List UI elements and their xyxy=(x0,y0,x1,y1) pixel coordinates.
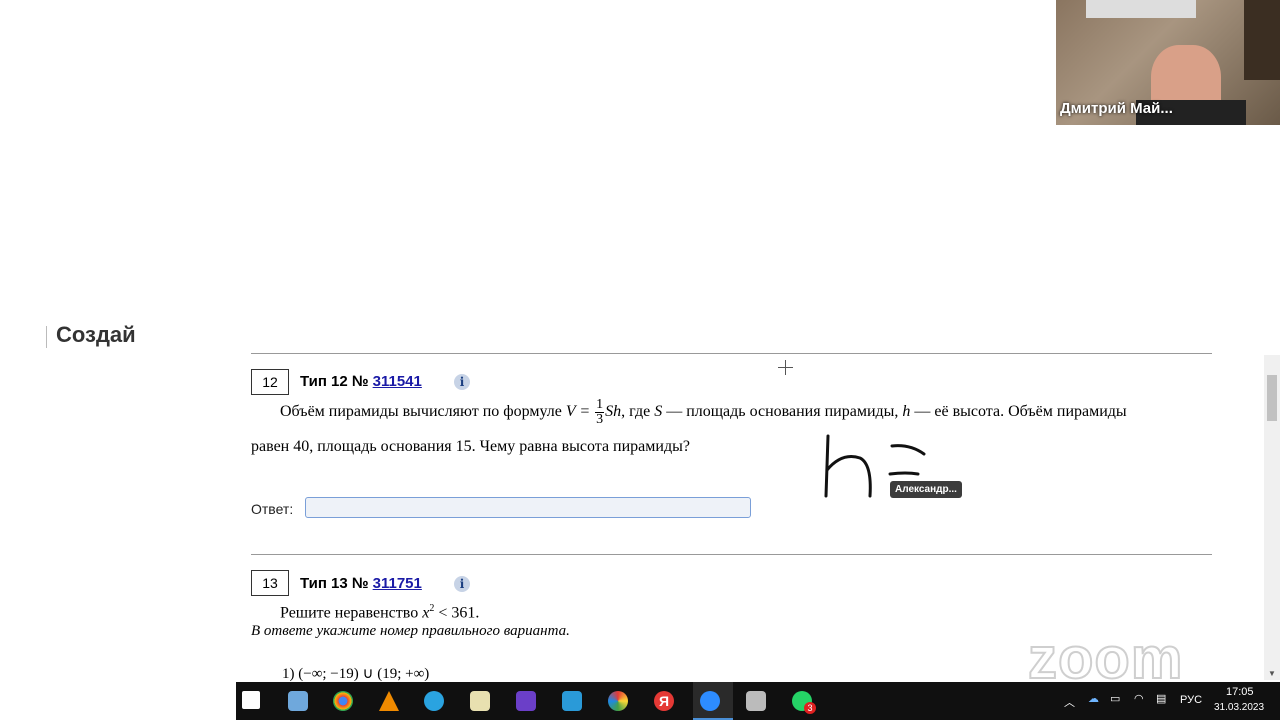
answer-note-13: В ответе укажите номер правильного вариа… xyxy=(251,623,570,639)
chat-icon[interactable]: ▤ xyxy=(1156,692,1166,705)
wall-picture xyxy=(1244,0,1280,80)
question-text-line1-12: Объём пирамиды вычисляют по формуле V = … xyxy=(280,397,1127,427)
annotator-tooltip: Александр... xyxy=(890,481,962,498)
info-icon[interactable]: i xyxy=(454,374,470,390)
divider-q13 xyxy=(251,554,1212,555)
yandex-icon[interactable]: Я xyxy=(654,691,674,711)
info-icon[interactable]: i xyxy=(454,576,470,592)
clock-time[interactable]: 17:05 xyxy=(1226,686,1254,698)
onedrive-icon[interactable]: ☁ xyxy=(1088,692,1099,705)
answer-label: Ответ: xyxy=(251,501,294,517)
camera-app-icon[interactable] xyxy=(562,691,582,711)
sidebar-heading: Создай xyxy=(56,322,136,347)
telegram-icon[interactable] xyxy=(424,691,444,711)
language-indicator[interactable]: РУС xyxy=(1180,694,1202,706)
participant-name: Дмитрий Май... xyxy=(1060,100,1173,117)
question-text-line2-12: равен 40, площадь основания 15. Чему рав… xyxy=(251,438,690,455)
explorer-icon[interactable] xyxy=(288,691,308,711)
crosshair-cursor-icon xyxy=(778,360,793,375)
formula-lhs: V = xyxy=(565,403,591,421)
air-conditioner xyxy=(1086,0,1196,18)
whatsapp-badge: 3 xyxy=(804,702,816,714)
battery-icon[interactable]: ▭ xyxy=(1110,692,1120,705)
type-label: Тип 13 № xyxy=(300,575,369,592)
wifi-icon[interactable]: ◠ xyxy=(1134,692,1144,705)
tray-chevron-icon[interactable]: ︿ xyxy=(1064,694,1075,710)
draw-icon[interactable] xyxy=(470,691,490,711)
scroll-down-arrow-icon[interactable]: ▼ xyxy=(1268,669,1276,678)
question-type-12: Тип 12 № 311541 xyxy=(300,373,422,390)
clock-date[interactable]: 31.03.2023 xyxy=(1214,702,1264,713)
question-number-13: 13 xyxy=(251,570,289,596)
stack-app-icon[interactable] xyxy=(746,691,766,711)
question-type-13: Тип 13 № 311751 xyxy=(300,575,422,592)
divider-q12 xyxy=(251,353,1212,354)
sidebar-divider xyxy=(46,326,47,348)
answer-input[interactable] xyxy=(305,497,751,518)
chrome-icon[interactable] xyxy=(333,691,353,711)
video-participant[interactable]: Дмитрий Май... xyxy=(1056,0,1280,125)
option-1[interactable]: 1) (−∞; −19) ∪ (19; +∞) xyxy=(282,664,429,683)
zoom-icon[interactable] xyxy=(700,691,720,711)
vlc-icon[interactable] xyxy=(379,691,399,711)
question-number-12: 12 xyxy=(251,369,289,395)
type-label: Тип 12 № xyxy=(300,373,369,390)
formula-fraction: 13 xyxy=(595,397,605,427)
taskbar: Я 3 ︿ ☁ ▭ ◠ ▤ РУС 17:05 31.03.2023 xyxy=(236,682,1280,720)
question-id-link-13[interactable]: 311751 xyxy=(373,575,422,592)
color-app-icon[interactable] xyxy=(608,691,628,711)
vertical-scrollbar[interactable]: ▼ xyxy=(1264,355,1280,680)
pen-app-icon[interactable] xyxy=(516,691,536,711)
windows-start-icon[interactable] xyxy=(242,691,260,709)
question-id-link-12[interactable]: 311541 xyxy=(373,373,422,390)
question-text-13: Решите неравенство x2 < 361. xyxy=(280,603,480,622)
scroll-thumb[interactable] xyxy=(1267,375,1277,421)
